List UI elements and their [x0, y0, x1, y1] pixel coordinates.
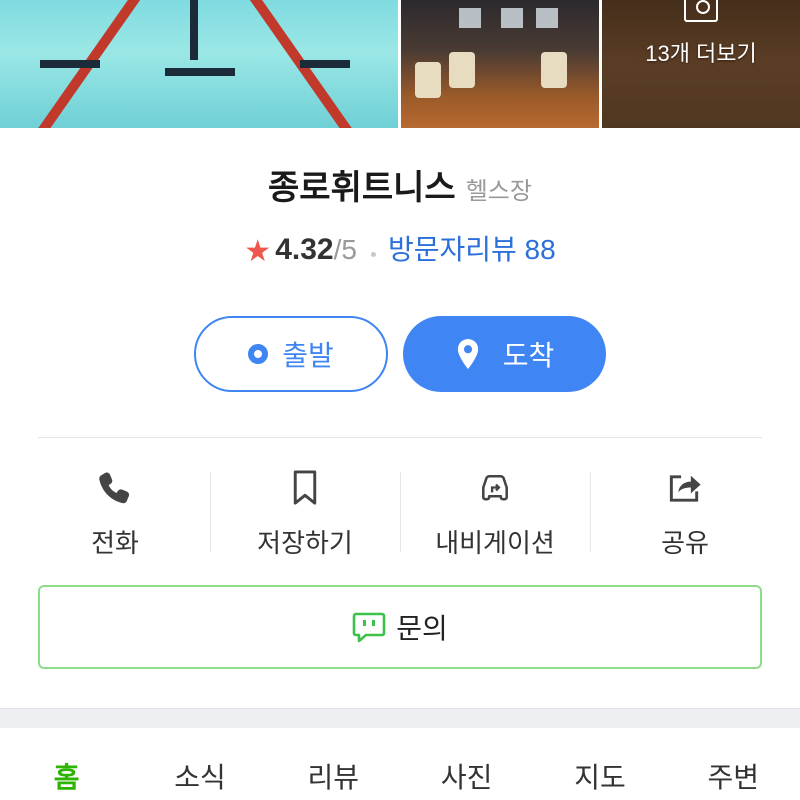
lane-marking: [190, 0, 198, 60]
visitor-review-link[interactable]: 방문자리뷰 88: [388, 234, 556, 265]
tab-reviews[interactable]: 리뷰: [267, 728, 400, 800]
rating-value: 4.32: [275, 233, 334, 266]
action-bar: 전화 저장하기 내비게이션 공유: [20, 460, 780, 560]
share-icon: [669, 475, 701, 502]
lane-marking: [300, 60, 350, 68]
section-gap: [0, 708, 800, 728]
location-pin-icon: [457, 339, 478, 369]
star-icon: ★: [244, 235, 272, 268]
navigation-label: 내비게이션: [435, 528, 555, 558]
window: [459, 8, 481, 28]
rating-row: ★ 4.32/5 방문자리뷰 88: [0, 228, 800, 269]
depart-button[interactable]: 출발: [194, 316, 388, 392]
inquiry-button[interactable]: 문의: [38, 585, 762, 669]
pool-photo[interactable]: [0, 0, 398, 128]
call-label: 전화: [91, 528, 139, 558]
call-button[interactable]: 전화: [20, 460, 210, 560]
arrive-label: 도착: [502, 340, 555, 371]
tab-map[interactable]: 지도: [533, 728, 666, 800]
tab-news[interactable]: 소식: [133, 728, 266, 800]
arrive-button[interactable]: 도착: [403, 316, 606, 392]
tab-nearby[interactable]: 주변: [667, 728, 800, 800]
place-name: 종로휘트니스: [268, 169, 456, 207]
bookmark-icon: [293, 470, 317, 505]
tab-home[interactable]: 홈: [0, 728, 133, 800]
tab-bar: 홈 소식 리뷰 사진 지도 주변: [0, 728, 800, 800]
place-title: 종로휘트니스 헬스장: [0, 160, 800, 209]
lane-marking: [40, 60, 100, 68]
origin-icon: [248, 344, 269, 364]
navigation-car-icon: [482, 475, 508, 501]
share-button[interactable]: 공유: [590, 460, 780, 560]
place-category: 헬스장: [465, 178, 532, 205]
lounge-chair: [541, 52, 567, 88]
camera-icon: [684, 0, 718, 22]
save-label: 저장하기: [257, 528, 353, 558]
save-button[interactable]: 저장하기: [210, 460, 400, 560]
gym-photo[interactable]: 13개 더보기: [602, 0, 800, 128]
inquiry-label: 문의: [396, 613, 448, 644]
lane-marking: [165, 68, 235, 76]
chat-icon: [352, 612, 386, 643]
rating-max: /5: [333, 234, 357, 265]
separator-dot: [370, 252, 376, 258]
depart-label: 출발: [282, 340, 334, 371]
tab-photos[interactable]: 사진: [400, 728, 533, 800]
lounge-chair: [449, 52, 475, 88]
window: [501, 8, 523, 28]
more-photos-overlay[interactable]: 13개 더보기: [602, 0, 800, 128]
lounge-photo[interactable]: [401, 0, 599, 128]
share-label: 공유: [661, 528, 709, 558]
photo-strip[interactable]: 13개 더보기: [0, 0, 800, 128]
navigation-button[interactable]: 내비게이션: [400, 460, 590, 560]
phone-icon: [99, 472, 130, 504]
lounge-chair: [415, 62, 441, 98]
more-photos-label: 13개 더보기: [645, 41, 757, 66]
section-divider: [38, 437, 762, 438]
window: [536, 8, 558, 28]
